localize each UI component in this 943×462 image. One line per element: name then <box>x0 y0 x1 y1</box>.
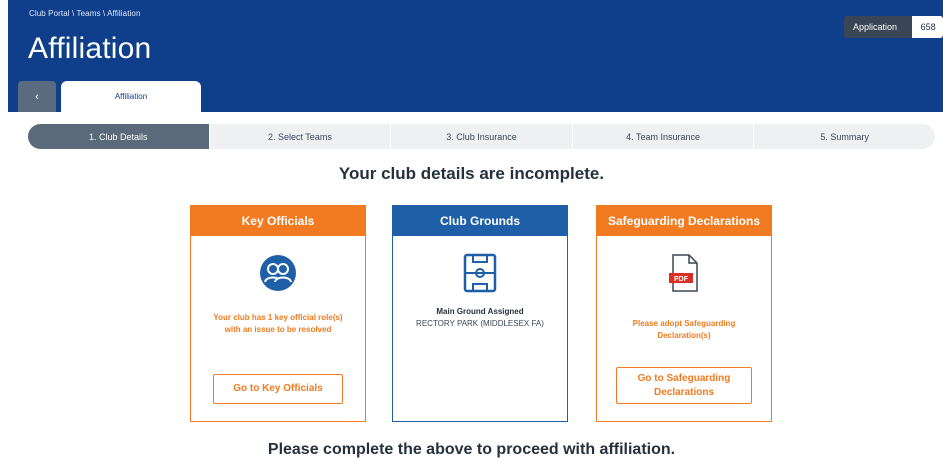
officials-icon <box>258 253 298 298</box>
club-grounds-card: Club Grounds Main Ground Assigned RECTOR… <box>392 205 568 422</box>
pitch-icon <box>463 253 497 298</box>
application-id-label: Application ID <box>844 16 912 38</box>
step-select-teams[interactable]: 2. Select Teams <box>210 124 392 149</box>
application-id-value: 658 <box>911 16 943 38</box>
safeguarding-card: Safeguarding Declarations PDF Please ado… <box>596 205 772 422</box>
breadcrumb[interactable]: Club Portal \ Teams \ Affiliation <box>29 9 141 18</box>
pdf-icon: PDF <box>667 253 701 298</box>
page-title: Affiliation <box>28 32 152 65</box>
safeguarding-message: Please adopt Safeguarding Declaration(s) <box>632 319 736 340</box>
back-button[interactable]: ‹ <box>18 81 56 112</box>
ground-info: Main Ground Assigned RECTORY PARK (MIDDL… <box>407 306 553 330</box>
main-ground-value: RECTORY PARK (MIDDLESEX FA) <box>416 319 544 328</box>
main-ground-label: Main Ground Assigned <box>436 307 524 316</box>
progress-steps: 1. Club Details 2. Select Teams 3. Club … <box>28 124 935 149</box>
card-title: Club Grounds <box>393 206 567 236</box>
go-to-key-officials-button[interactable]: Go to Key Officials <box>213 374 343 404</box>
card-title: Key Officials <box>191 206 365 236</box>
pdf-icon-label: PDF <box>674 276 689 283</box>
tab-affiliation[interactable]: Affiliation <box>61 81 201 112</box>
page-header: Club Portal \ Teams \ Affiliation Affili… <box>8 0 943 112</box>
proceed-message: Please complete the above to proceed wit… <box>267 441 676 458</box>
key-officials-message: Your club has 1 key official role(s) wit… <box>213 313 343 334</box>
step-summary[interactable]: 5. Summary <box>754 124 935 149</box>
status-heading: Your club details are incomplete. <box>338 164 605 183</box>
card-title: Safeguarding Declarations <box>597 206 771 236</box>
go-to-safeguarding-button[interactable]: Go to Safeguarding Declarations <box>616 367 752 404</box>
key-officials-card: Key Officials Your club has 1 key offici… <box>190 205 366 422</box>
application-id-badge: Application ID 658 <box>844 16 943 38</box>
step-team-insurance[interactable]: 4. Team Insurance <box>573 124 755 149</box>
chevron-left-icon: ‹ <box>35 90 39 103</box>
step-club-insurance[interactable]: 3. Club Insurance <box>391 124 573 149</box>
step-club-details[interactable]: 1. Club Details <box>28 124 210 149</box>
